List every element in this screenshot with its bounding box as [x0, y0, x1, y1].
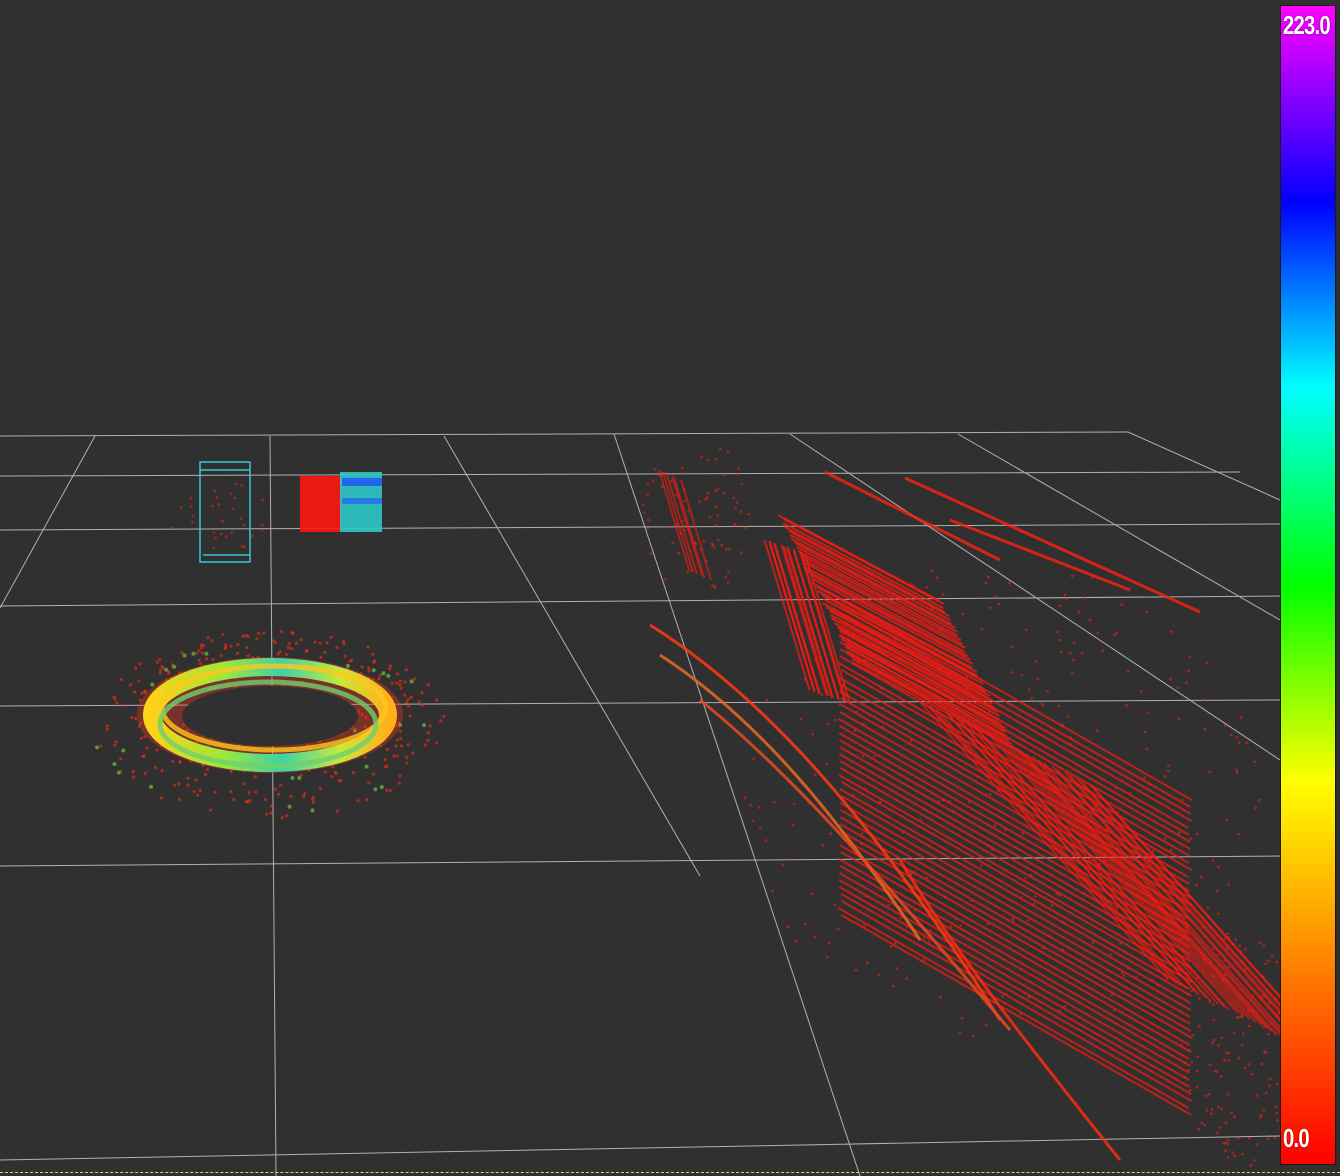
viewport-border: [0, 1172, 1340, 1173]
point-cloud-scene[interactable]: [0, 0, 1280, 1176]
3d-viewport[interactable]: 223.0 0.0: [0, 0, 1340, 1176]
intensity-colorbar: 223.0 0.0: [1280, 5, 1336, 1165]
colorbar-min-label: 0.0: [1283, 1123, 1310, 1153]
intensity-ring: [137, 657, 403, 773]
colorbar-max-label: 223.0: [1283, 10, 1331, 40]
colored-block: [300, 472, 382, 532]
